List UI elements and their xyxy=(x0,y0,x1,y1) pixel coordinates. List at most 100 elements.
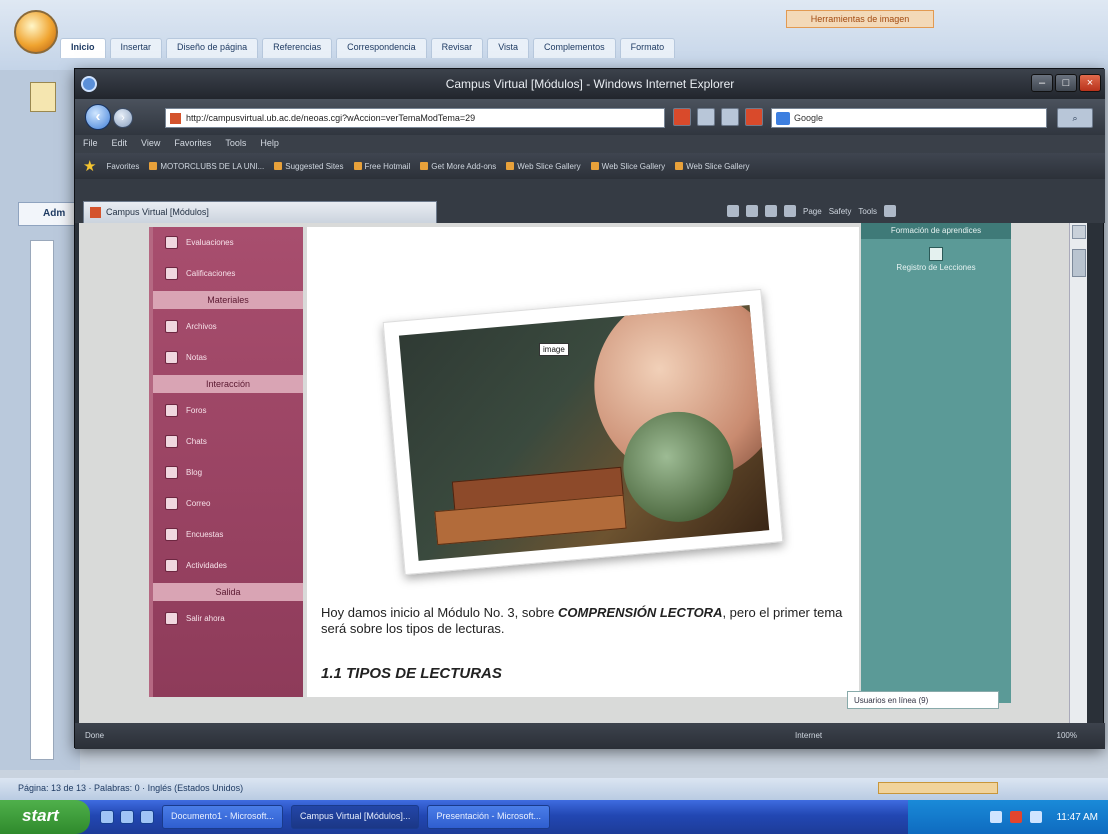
quick-launch-icon[interactable] xyxy=(140,810,154,824)
taskbar-item[interactable]: Presentación - Microsoft... xyxy=(427,805,550,829)
ie-tab-row: Campus Virtual [Módulos] Page Safety Too… xyxy=(75,179,1105,223)
page-favicon-icon xyxy=(170,113,181,124)
help-icon[interactable] xyxy=(884,205,897,217)
tools-menu[interactable]: Tools xyxy=(858,207,877,216)
print-icon[interactable] xyxy=(784,205,796,217)
favorite-link[interactable]: Web Slice Gallery xyxy=(506,162,581,171)
compatibility-icon[interactable] xyxy=(673,108,691,126)
scroll-thumb[interactable] xyxy=(1072,249,1086,277)
grades-icon xyxy=(165,267,178,280)
quick-launch-icon[interactable] xyxy=(120,810,134,824)
mail-icon[interactable] xyxy=(765,205,777,217)
books-globe-image xyxy=(398,304,770,561)
favorite-link[interactable]: MOTORCLUBS DE LA UNI... xyxy=(149,162,264,171)
tray-icon[interactable] xyxy=(990,811,1003,823)
intro-paragraph: Hoy damos inicio al Módulo No. 3, sobre … xyxy=(321,605,843,636)
word-tab-view[interactable]: Vista xyxy=(487,38,530,58)
sidebar-heading-interaccion: Interacción xyxy=(153,375,303,393)
lessons-icon[interactable] xyxy=(929,247,943,261)
minimize-icon[interactable]: – xyxy=(1031,74,1053,92)
page-viewport: Evaluaciones Calificaciones Materiales A… xyxy=(79,223,1087,723)
feeds-icon[interactable] xyxy=(746,205,758,217)
menu-edit[interactable]: Edit xyxy=(112,138,128,153)
maximize-icon[interactable]: □ xyxy=(1055,74,1077,92)
menu-file[interactable]: File xyxy=(83,138,98,153)
word-tab-addins[interactable]: Complementos xyxy=(533,38,616,58)
sidebar-item-evaluaciones[interactable]: Evaluaciones xyxy=(153,227,303,258)
chat-icon xyxy=(165,435,178,448)
word-tab-references[interactable]: Referencias xyxy=(262,38,333,58)
word-tab-format[interactable]: Formato xyxy=(619,38,676,58)
nav-icons xyxy=(673,108,763,126)
sidebar-item-foros[interactable]: Foros xyxy=(153,395,303,426)
favorites-bar: ★ Favorites MOTORCLUBS DE LA UNI... Sugg… xyxy=(75,153,1105,179)
forward-button[interactable]: › xyxy=(113,108,133,128)
ie-menu-bar: File Edit View Favorites Tools Help xyxy=(75,135,1105,153)
taskbar-item[interactable]: Documento1 - Microsoft... xyxy=(162,805,284,829)
word-document-tab[interactable]: Adm xyxy=(18,202,78,226)
word-status-bar: Página: 13 de 13 · Palabras: 0 · Inglés … xyxy=(0,778,1108,800)
favorites-star-icon[interactable]: ★ xyxy=(83,157,96,175)
menu-help[interactable]: Help xyxy=(260,138,279,153)
sidebar-heading-salida: Salida xyxy=(153,583,303,601)
sidebar-item-salir[interactable]: Salir ahora xyxy=(153,603,303,634)
sidebar-item-actividades[interactable]: Actividades xyxy=(153,550,303,581)
menu-view[interactable]: View xyxy=(141,138,160,153)
files-icon xyxy=(165,320,178,333)
ie-title-bar[interactable]: Campus Virtual [Módulos] - Windows Inter… xyxy=(75,69,1105,99)
taskbar-item-active[interactable]: Campus Virtual [Módulos]... xyxy=(291,805,420,829)
favorite-link[interactable]: Suggested Sites xyxy=(274,162,344,171)
sidebar-item-calificaciones[interactable]: Calificaciones xyxy=(153,258,303,289)
ie-window-title: Campus Virtual [Módulos] - Windows Inter… xyxy=(445,77,735,91)
quick-launch-icon[interactable] xyxy=(100,810,114,824)
favorite-link[interactable]: Web Slice Gallery xyxy=(590,162,665,171)
word-tabs: Inicio Insertar Diseño de página Referen… xyxy=(60,38,676,58)
window-controls: – □ × xyxy=(1031,74,1101,92)
address-bar[interactable]: http://campusvirtual.ub.ac.de/neoas.cgi?… xyxy=(165,108,665,128)
sidebar-item-correo[interactable]: Correo xyxy=(153,488,303,519)
start-button[interactable]: start xyxy=(0,800,90,834)
scroll-up-icon[interactable] xyxy=(1072,225,1086,239)
address-text: http://campusvirtual.ub.ac.de/neoas.cgi?… xyxy=(186,113,476,123)
system-tray: 11:47 AM xyxy=(908,800,1108,834)
word-zoom-slider[interactable] xyxy=(878,782,998,794)
feed-icon[interactable] xyxy=(721,108,739,126)
ie-tab-active[interactable]: Campus Virtual [Módulos] xyxy=(83,201,437,223)
online-users-box[interactable]: Usuarios en línea (9) xyxy=(847,691,999,709)
word-tab-insert[interactable]: Insertar xyxy=(109,38,163,58)
menu-tools[interactable]: Tools xyxy=(225,138,246,153)
back-button[interactable]: ‹ xyxy=(85,104,111,130)
exit-icon xyxy=(165,612,178,625)
office-button[interactable] xyxy=(14,10,58,54)
sidebar-item-blog[interactable]: Blog xyxy=(153,457,303,488)
favorites-button[interactable]: Favorites xyxy=(106,162,139,171)
sidebar-item-chats[interactable]: Chats xyxy=(153,426,303,457)
safety-menu[interactable]: Safety xyxy=(829,207,852,216)
home-icon[interactable] xyxy=(727,205,739,217)
refresh-icon[interactable] xyxy=(697,108,715,126)
page-menu[interactable]: Page xyxy=(803,207,822,216)
stop-icon[interactable] xyxy=(745,108,763,126)
search-provider-icon xyxy=(776,112,790,125)
close-icon[interactable]: × xyxy=(1079,74,1101,92)
search-input[interactable]: Google xyxy=(771,108,1047,128)
page-scrollbar[interactable] xyxy=(1069,223,1087,723)
word-tab-layout[interactable]: Diseño de página xyxy=(166,38,259,58)
sidebar-item-archivos[interactable]: Archivos xyxy=(153,311,303,342)
volume-icon[interactable] xyxy=(1030,811,1043,823)
search-icon[interactable]: ⌕ xyxy=(1057,108,1093,128)
status-zoom[interactable]: 100% xyxy=(1057,731,1077,740)
sidebar-item-encuestas[interactable]: Encuestas xyxy=(153,519,303,550)
word-tab-home[interactable]: Inicio xyxy=(60,38,106,58)
favorite-link[interactable]: Free Hotmail xyxy=(353,162,410,171)
forums-icon xyxy=(165,404,178,417)
paste-icon[interactable] xyxy=(30,82,56,112)
lessons-link[interactable]: Registro de Lecciones xyxy=(861,263,1011,272)
menu-favorites[interactable]: Favorites xyxy=(174,138,211,153)
sidebar-item-notas[interactable]: Notas xyxy=(153,342,303,373)
word-tab-mailings[interactable]: Correspondencia xyxy=(336,38,427,58)
tray-icon[interactable] xyxy=(1010,811,1023,823)
word-tab-review[interactable]: Revisar xyxy=(430,38,484,58)
favorite-link[interactable]: Web Slice Gallery xyxy=(675,162,750,171)
favorite-link[interactable]: Get More Add-ons xyxy=(420,162,496,171)
